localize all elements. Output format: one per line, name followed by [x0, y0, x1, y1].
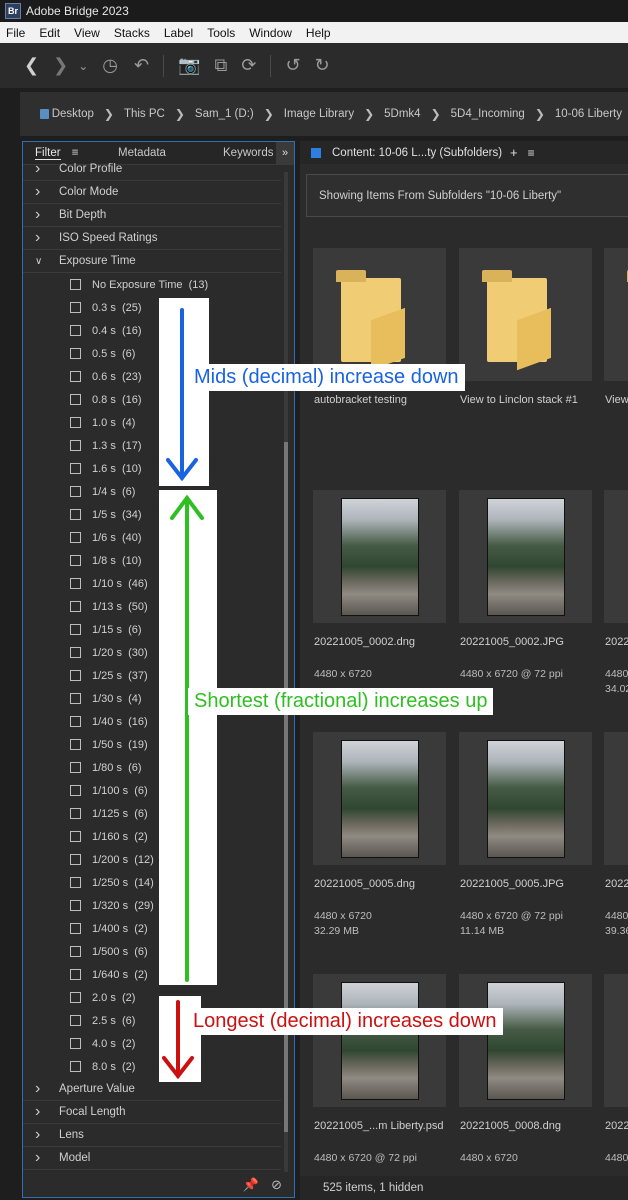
annotation-longest: Longest (decimal) increases down: [187, 1008, 503, 1035]
annotation-mids: Mids (decimal) increase down: [188, 364, 465, 391]
annotation-shortest: Shortest (fractional) increases up: [188, 688, 494, 715]
